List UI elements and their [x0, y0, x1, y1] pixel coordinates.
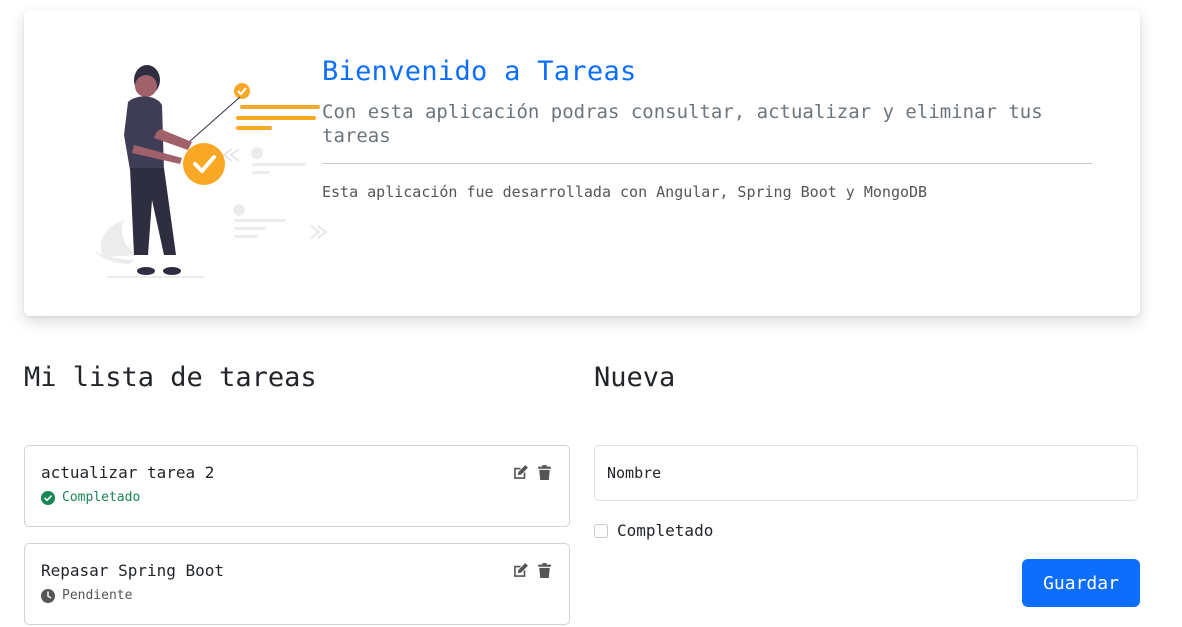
task-status-label: Completado: [62, 490, 141, 505]
task-name: actualizar tarea 2: [41, 463, 215, 482]
task-actions: [512, 464, 553, 481]
task-name: Repasar Spring Boot: [41, 561, 225, 580]
person-checklist-illustration: [94, 65, 328, 278]
new-task-title: Nueva: [594, 362, 676, 393]
task-status-label: Pendiente: [62, 588, 133, 603]
task-status: Completado: [41, 490, 140, 505]
hero-lead: Con esta aplicación podras consultar, ac…: [322, 101, 1043, 147]
task-status: Pendiente: [41, 588, 132, 603]
save-button[interactable]: Guardar: [1022, 559, 1140, 607]
completed-label: Completado: [617, 521, 714, 540]
task-list-title: Mi lista de tareas: [24, 362, 317, 393]
completed-checkbox-row: Completado: [594, 521, 713, 540]
trash-icon[interactable]: [536, 464, 553, 481]
check-circle-icon: [41, 490, 55, 505]
edit-icon[interactable]: [512, 464, 529, 481]
task-name-input[interactable]: [594, 445, 1138, 501]
hero-divider: [322, 163, 1092, 164]
task-card: actualizar tarea 2 Completado: [24, 445, 570, 527]
clock-icon: [41, 588, 55, 603]
page-title: Bienvenido a Tareas: [322, 56, 637, 87]
hero-footnote: Esta aplicación fue desarrollada con Ang…: [322, 183, 928, 201]
trash-icon[interactable]: [536, 562, 553, 579]
task-actions: [512, 562, 553, 579]
task-card: Repasar Spring Boot Pendiente: [24, 543, 570, 625]
completed-checkbox[interactable]: [594, 523, 608, 538]
welcome-jumbotron: Bienvenido a Tareas Con esta aplicación …: [24, 10, 1140, 316]
edit-icon[interactable]: [512, 562, 529, 579]
